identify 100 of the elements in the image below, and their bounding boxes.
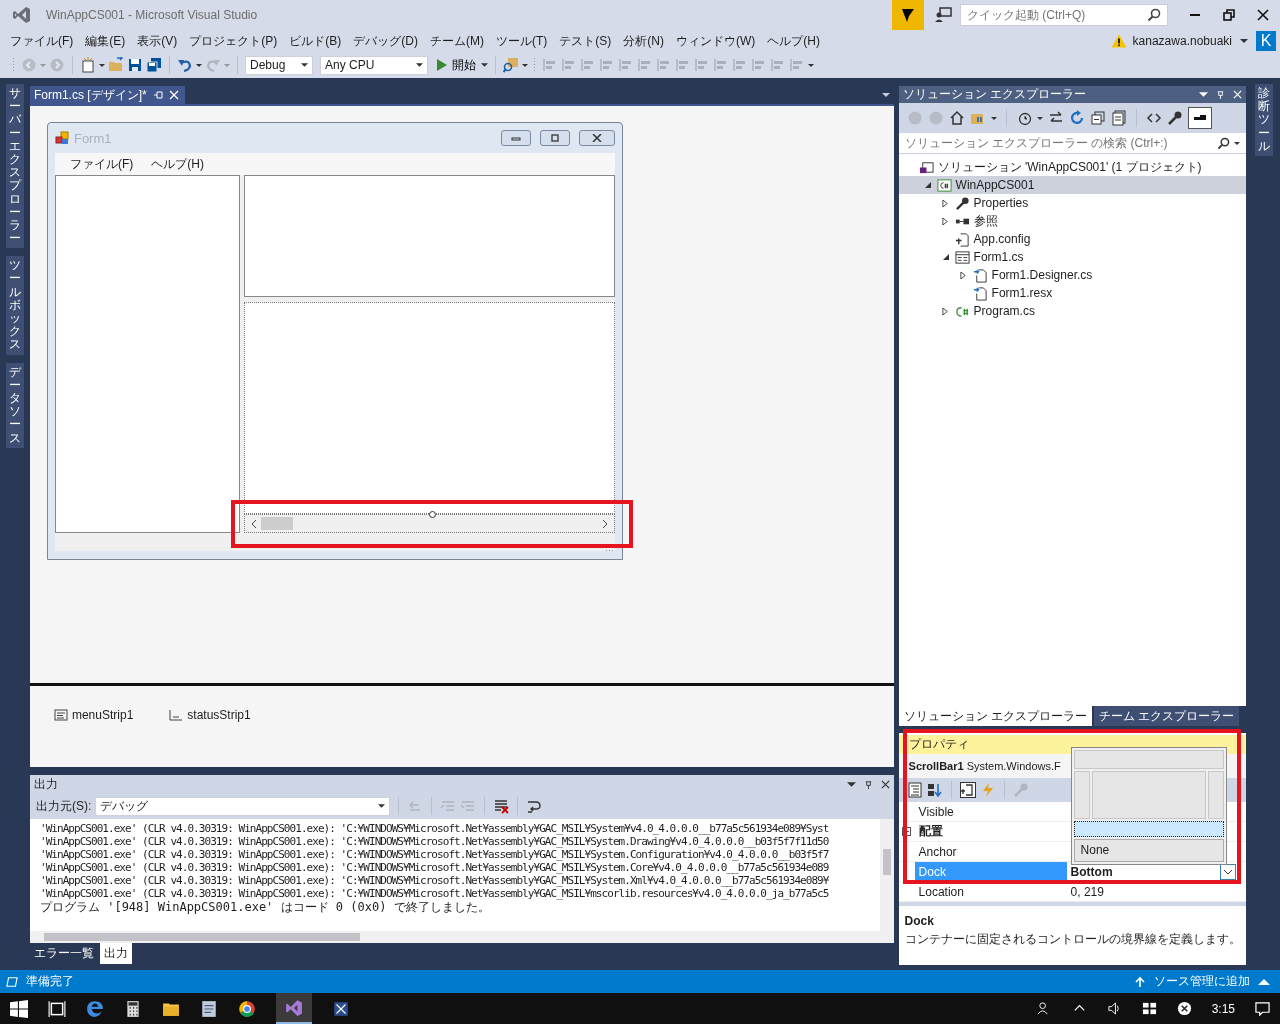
menu-item[interactable]: チーム(M)	[424, 32, 490, 50]
up-arrow-icon[interactable]	[1134, 975, 1146, 988]
word-wrap-icon[interactable]	[526, 798, 543, 814]
tree-item[interactable]: ソリューション 'WinAppCS001' (1 プロジェクト)	[898, 158, 1247, 176]
task-view-icon[interactable]	[48, 999, 66, 1018]
caret-icon[interactable]	[1036, 116, 1043, 120]
menu-item[interactable]: 分析(N)	[617, 32, 670, 50]
component-label[interactable]: menuStrip1	[71, 708, 134, 722]
form-menu-item[interactable]: ファイル(F)	[60, 155, 143, 173]
scroll-thumb[interactable]	[43, 933, 360, 941]
panel-tab[interactable]: エラー一覧	[29, 943, 98, 964]
configuration-dropdown[interactable]: Debug	[245, 55, 313, 75]
clock[interactable]: 3:15	[1211, 1001, 1235, 1016]
show-all-files-icon[interactable]	[1110, 110, 1127, 126]
save-all-icon[interactable]	[146, 57, 162, 73]
caret-icon[interactable]	[522, 63, 528, 67]
tree-item[interactable]: 参照	[898, 212, 1247, 230]
source-control-button[interactable]: ソース管理に追加	[1154, 973, 1250, 990]
network-icon[interactable]	[1141, 1001, 1157, 1016]
start-icon[interactable]	[10, 999, 28, 1018]
caret-icon[interactable]	[808, 63, 814, 67]
caret-icon[interactable]	[1234, 141, 1241, 145]
sort-alphabetical-icon[interactable]	[926, 782, 943, 798]
vertical-scrollbar[interactable]	[879, 819, 894, 931]
tool-window-tab[interactable]: データソース	[5, 362, 24, 448]
top-panel[interactable]	[243, 175, 615, 297]
notifications-icon[interactable]	[1255, 1001, 1270, 1016]
collapsed-arrow-icon[interactable]	[960, 270, 968, 280]
property-name[interactable]: Anchor	[914, 842, 1067, 861]
refresh-icon[interactable]	[1068, 110, 1085, 126]
component-label[interactable]: statusStrip1	[187, 708, 251, 722]
start-button[interactable]: 開始	[437, 56, 488, 74]
tool-window-tab[interactable]: ツールボックス	[5, 256, 24, 355]
tree-item[interactable]: Form1.Designer.cs	[898, 266, 1247, 284]
account-avatar[interactable]: K	[1256, 31, 1276, 51]
caret-icon[interactable]	[196, 63, 202, 67]
close-icon[interactable]	[880, 779, 890, 789]
caret-icon[interactable]	[1199, 90, 1209, 99]
wrench-icon[interactable]	[1166, 110, 1183, 126]
taskbar-button[interactable]	[276, 993, 312, 1024]
output-source-dropdown[interactable]: デバッグ	[95, 796, 391, 816]
collapsed-arrow-icon[interactable]	[942, 306, 950, 316]
properties-icon[interactable]	[959, 782, 976, 798]
dock-bottom-option[interactable]	[1073, 821, 1224, 837]
tree-item[interactable]: Form1.resx	[898, 284, 1247, 302]
menu-item[interactable]: プロジェクト(P)	[183, 32, 284, 50]
category-name[interactable]: 配置	[914, 822, 1065, 841]
app-icon[interactable]	[332, 999, 350, 1018]
tree-item[interactable]: Form1.cs	[898, 248, 1247, 266]
minimize-button[interactable]	[500, 130, 531, 146]
tree-item[interactable]: Program.cs	[898, 302, 1247, 320]
quick-launch-field[interactable]: クイック起動 (Ctrl+Q)	[960, 4, 1168, 26]
panel-tab[interactable]: 出力	[99, 943, 132, 964]
account-name[interactable]: kanazawa.nobuaki	[1132, 34, 1232, 48]
property-name[interactable]: Location	[914, 882, 1067, 901]
pin-icon[interactable]	[1216, 90, 1226, 99]
panel-tab[interactable]: ソリューション エクスプローラー	[898, 706, 1092, 726]
tree-item[interactable]: Properties	[898, 194, 1247, 212]
panel-tab[interactable]: チーム エクスプローラー	[1093, 706, 1240, 726]
dock-picker-menu[interactable]: None	[1070, 747, 1227, 865]
close-button[interactable]	[578, 130, 615, 146]
horizontal-scrollbar[interactable]	[29, 931, 894, 943]
menu-item[interactable]: ビルド(B)	[283, 32, 348, 50]
caret-icon[interactable]	[990, 116, 997, 120]
property-name[interactable]: Visible	[914, 802, 1067, 821]
tool-window-tab[interactable]: サーバーエクスプローラー	[5, 84, 24, 249]
notification-filter-button[interactable]	[892, 0, 924, 30]
speaker-icon[interactable]	[1106, 1001, 1122, 1016]
scroll-thumb[interactable]	[882, 849, 891, 875]
property-value[interactable]: 0, 219	[1066, 882, 1108, 901]
save-icon[interactable]	[127, 57, 143, 73]
menu-item[interactable]: ウィンドウ(W)	[670, 32, 762, 50]
horizontal-scrollbar[interactable]	[243, 514, 615, 533]
warning-icon[interactable]	[1110, 34, 1127, 48]
clear-all-icon[interactable]	[493, 798, 510, 814]
error-icon[interactable]	[1176, 1001, 1192, 1016]
caret-icon[interactable]	[846, 779, 856, 789]
caret-icon[interactable]	[1240, 39, 1248, 43]
pin-icon[interactable]	[863, 779, 873, 789]
collapse-icon[interactable]	[902, 827, 912, 836]
scroll-thumb[interactable]	[260, 517, 293, 530]
menu-item[interactable]: ヘルプ(H)	[761, 32, 826, 50]
caret-icon[interactable]	[99, 63, 105, 67]
caret-icon[interactable]	[881, 93, 890, 97]
menu-item[interactable]: 編集(E)	[79, 32, 132, 50]
browser-icon[interactable]	[86, 999, 104, 1018]
tool-window-tab[interactable]: 診断ツール	[1255, 84, 1273, 156]
menu-item[interactable]: テスト(S)	[553, 32, 618, 50]
resize-handle[interactable]	[429, 511, 437, 518]
menu-item[interactable]: ファイル(F)	[4, 32, 80, 50]
menu-item[interactable]: デバッグ(D)	[347, 32, 424, 50]
toolbar-grip[interactable]	[12, 57, 16, 73]
dock-none-option[interactable]: None	[1073, 838, 1224, 862]
tree-item[interactable]: WinAppCS001	[898, 176, 1247, 194]
feedback-icon[interactable]	[934, 7, 952, 23]
notepad-icon[interactable]	[200, 999, 218, 1018]
expanded-arrow-icon[interactable]	[941, 253, 950, 261]
menu-item[interactable]: 表示(V)	[131, 32, 184, 50]
undo-icon[interactable]	[177, 57, 193, 73]
home-icon[interactable]	[948, 110, 965, 126]
